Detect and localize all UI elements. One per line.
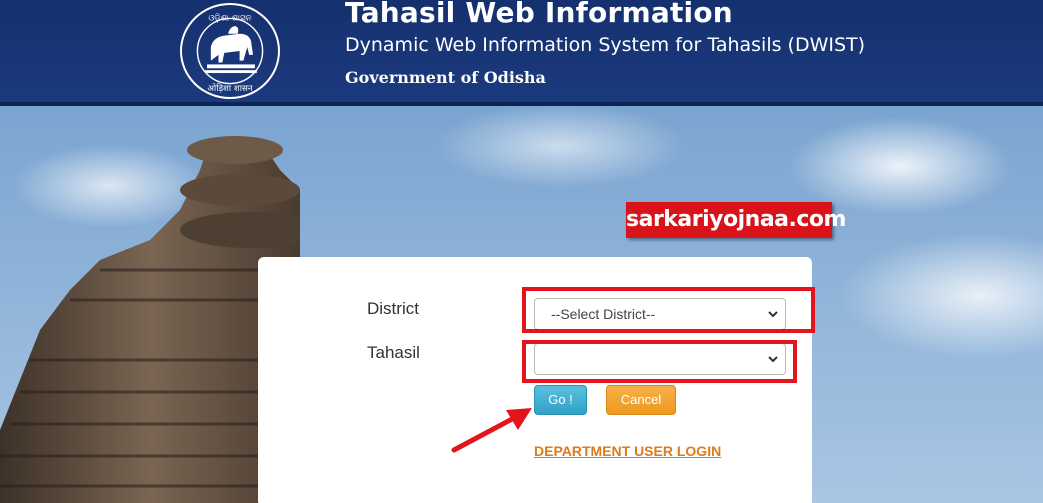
- district-highlight-box: [522, 287, 815, 333]
- temple-image: [0, 136, 300, 503]
- emblem-top-text: ଓଡ଼ିଶା ଶାସନ: [208, 13, 251, 24]
- district-label: District: [367, 299, 419, 318]
- red-arrow-icon: [451, 408, 532, 453]
- tahasil-label: Tahasil: [367, 343, 420, 362]
- site-header: ଓଡ଼ିଶା ଶାସନ ओड़िशा शासन Tahasil Web Info…: [0, 0, 1043, 106]
- site-title: Tahasil Web Information: [345, 0, 733, 29]
- tahasil-highlight-box: [522, 340, 797, 383]
- watermark-banner: sarkariyojnaa.com: [626, 202, 846, 238]
- go-button[interactable]: Go !: [534, 385, 587, 415]
- cancel-button[interactable]: Cancel: [606, 385, 676, 415]
- site-subtitle: Dynamic Web Information System for Tahas…: [345, 34, 866, 56]
- odisha-emblem-icon: ଓଡ଼ିଶା ଶାସନ ओड़िशा शासन: [180, 3, 280, 99]
- government-label: Government of Odisha: [345, 68, 546, 87]
- department-user-login-link[interactable]: DEPARTMENT USER LOGIN: [534, 443, 721, 459]
- emblem-bottom-text: ओड़िशा शासन: [207, 83, 252, 94]
